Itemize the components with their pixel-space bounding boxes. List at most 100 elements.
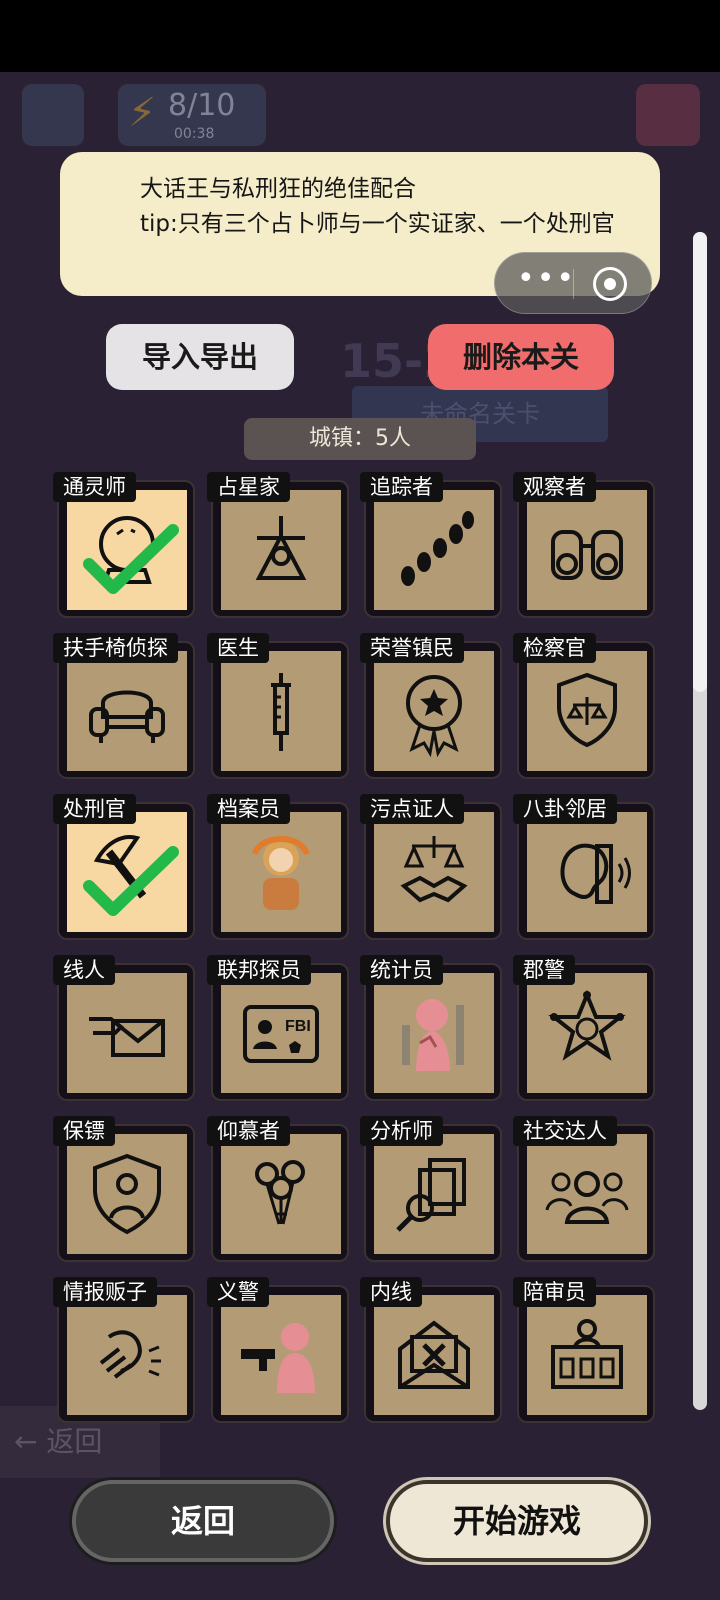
- role-card[interactable]: 八卦邻居: [513, 794, 655, 940]
- role-card[interactable]: 陪审员: [513, 1277, 655, 1423]
- role-card-face: [67, 1134, 187, 1254]
- role-name-label: 污点证人: [360, 794, 464, 824]
- statistician-figure-icon: [402, 999, 464, 1071]
- role-name-label: 荣誉镇民: [360, 633, 464, 663]
- envelope-x-icon: [398, 1320, 470, 1389]
- role-card-face: [221, 1134, 341, 1254]
- role-name-label: 检察官: [513, 633, 596, 663]
- role-name-label: 联邦探员: [207, 955, 311, 985]
- role-card-face: [221, 490, 341, 610]
- delete-level-button[interactable]: 删除本关: [428, 324, 614, 390]
- documents-magnifier-icon: [396, 1158, 466, 1232]
- scrollbar-thumb[interactable]: [693, 232, 707, 692]
- role-name-label: 仰慕者: [207, 1116, 290, 1146]
- role-card[interactable]: 荣誉镇民: [360, 633, 502, 779]
- role-name-label: 社交达人: [513, 1116, 617, 1146]
- scrollbar[interactable]: [693, 232, 707, 1410]
- role-card[interactable]: 郡警: [513, 955, 655, 1101]
- role-card-face: [374, 1295, 494, 1415]
- role-name-label: 档案员: [207, 794, 290, 824]
- role-card[interactable]: 污点证人: [360, 794, 502, 940]
- scales-handshake-icon: [400, 836, 468, 903]
- role-name-label: 占星家: [207, 472, 290, 502]
- role-card-face: [221, 651, 341, 771]
- role-card-face: [221, 812, 341, 932]
- notice-tip: tip:只有三个占卜师与一个实证家、一个处刑官: [140, 211, 615, 237]
- town-count-label: 城镇：5人: [244, 418, 476, 460]
- role-name-label: 内线: [360, 1277, 422, 1307]
- role-card-face: [374, 651, 494, 771]
- footprints-icon: [401, 511, 474, 586]
- back-button[interactable]: 返回: [72, 1480, 334, 1562]
- role-card-face: [67, 651, 187, 771]
- role-name-label: 线人: [53, 955, 115, 985]
- role-card[interactable]: 观察者: [513, 472, 655, 618]
- role-card-face: [527, 1134, 647, 1254]
- start-game-button[interactable]: 开始游戏: [386, 1480, 648, 1562]
- role-card[interactable]: FBI 联邦探员: [207, 955, 349, 1101]
- role-card[interactable]: 医生: [207, 633, 349, 779]
- sextant-icon: [255, 516, 307, 580]
- notes-icon: [22, 84, 84, 146]
- role-card-face: [374, 490, 494, 610]
- role-card-face: [221, 1295, 341, 1415]
- lightning-icon: ⚡: [128, 90, 157, 136]
- role-card[interactable]: 检察官: [513, 633, 655, 779]
- role-name-label: 情报贩子: [53, 1277, 157, 1307]
- role-name-label: 处刑官: [53, 794, 136, 824]
- miniprogram-capsule[interactable]: •••: [494, 252, 652, 314]
- music-icon: [636, 84, 700, 146]
- role-card[interactable]: 追踪者: [360, 472, 502, 618]
- role-card[interactable]: 线人: [53, 955, 195, 1101]
- checkmark-icon: [83, 846, 179, 916]
- status-bar: [0, 0, 720, 72]
- role-card[interactable]: 通灵师: [53, 472, 195, 618]
- role-name-label: 追踪者: [360, 472, 443, 502]
- role-card[interactable]: 处刑官: [53, 794, 195, 940]
- role-name-label: 扶手椅侦探: [53, 633, 178, 663]
- role-card-face: [374, 812, 494, 932]
- role-name-label: 陪审员: [513, 1277, 596, 1307]
- role-card-face: FBI: [221, 973, 341, 1093]
- role-name-label: 保镖: [53, 1116, 115, 1146]
- role-card[interactable]: 仰慕者: [207, 1116, 349, 1262]
- role-card[interactable]: 档案员: [207, 794, 349, 940]
- medal-icon: [406, 675, 462, 758]
- notice-title: 大话王与私刑狂的绝佳配合: [140, 176, 416, 202]
- justice-badge-icon: [557, 672, 617, 748]
- energy-timer: 00:38: [174, 126, 215, 142]
- whisper-hand-icon: [99, 1330, 161, 1379]
- role-card[interactable]: 分析师: [360, 1116, 502, 1262]
- fbi-badge-icon: FBI: [243, 1005, 319, 1063]
- ear-icon: [560, 843, 631, 904]
- armchair-icon: [89, 690, 165, 743]
- role-card[interactable]: 扶手椅侦探: [53, 633, 195, 779]
- close-target-icon[interactable]: [593, 267, 627, 301]
- more-icon[interactable]: •••: [517, 261, 576, 296]
- role-name-label: 医生: [207, 633, 269, 663]
- role-card[interactable]: 情报贩子: [53, 1277, 195, 1423]
- role-card-face: [374, 1134, 494, 1254]
- jury-box-icon: [551, 1319, 623, 1389]
- role-card[interactable]: 占星家: [207, 472, 349, 618]
- role-card-face: [527, 490, 647, 610]
- envelope-hand-icon: [89, 1017, 165, 1057]
- role-name-label: 八卦邻居: [513, 794, 617, 824]
- role-name-label: 观察者: [513, 472, 596, 502]
- role-card[interactable]: 保镖: [53, 1116, 195, 1262]
- role-card-face: [374, 973, 494, 1093]
- role-name-label: 义警: [207, 1277, 269, 1307]
- role-card[interactable]: 义警: [207, 1277, 349, 1423]
- role-card[interactable]: 社交达人: [513, 1116, 655, 1262]
- shield-person-icon: [93, 1153, 161, 1235]
- role-name-label: 郡警: [513, 955, 575, 985]
- role-name-label: 统计员: [360, 955, 443, 985]
- role-card[interactable]: 统计员: [360, 955, 502, 1101]
- role-name-label: 通灵师: [53, 472, 136, 502]
- role-name-label: 分析师: [360, 1116, 443, 1146]
- energy-counter: ⚡ 8/10 00:38: [118, 84, 266, 146]
- import-export-button[interactable]: 导入导出: [106, 324, 294, 390]
- roses-icon: [255, 1160, 305, 1225]
- role-card-face: [527, 812, 647, 932]
- role-card[interactable]: 内线: [360, 1277, 502, 1423]
